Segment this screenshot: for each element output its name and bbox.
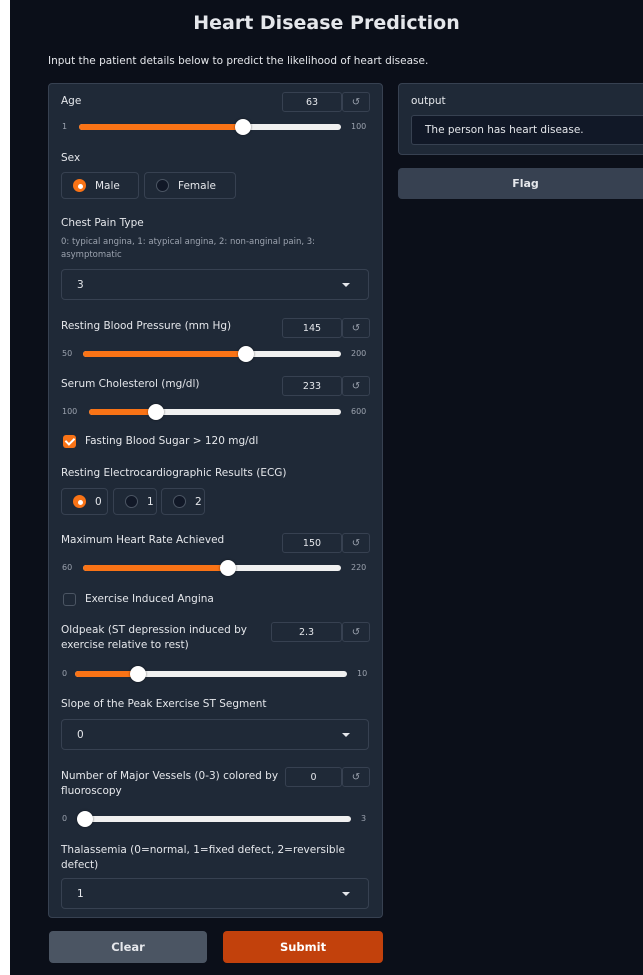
exang-checkbox[interactable] <box>63 593 76 606</box>
sex-option-female-label: Female <box>178 179 216 192</box>
radio-selected-icon <box>73 179 86 192</box>
cholesterol-slider[interactable] <box>89 404 341 420</box>
ecg-option-1[interactable]: 1 <box>113 488 157 515</box>
vessels-reset-icon[interactable]: ↺ <box>342 767 370 787</box>
vessels-slider[interactable] <box>77 811 351 827</box>
app-window: Heart Disease Prediction Input the patie… <box>0 0 643 975</box>
max-hr-number-input[interactable]: 150 <box>282 533 342 553</box>
oldpeak-reset-icon[interactable]: ↺ <box>342 622 370 642</box>
slope-dropdown[interactable]: 0 <box>61 719 369 750</box>
oldpeak-slider-thumb[interactable] <box>129 666 146 682</box>
vessels-max: 3 <box>361 814 367 823</box>
ecg-option-0[interactable]: 0 <box>61 488 108 515</box>
thal-value: 1 <box>77 887 84 900</box>
radio-unselected-icon <box>125 495 138 508</box>
resting-bp-reset-icon[interactable]: ↺ <box>342 318 370 338</box>
max-hr-slider[interactable] <box>83 560 341 576</box>
resting-bp-min: 50 <box>62 349 73 358</box>
slope-value: 0 <box>77 728 84 741</box>
chevron-down-icon <box>342 892 350 896</box>
left-margin <box>0 0 10 975</box>
resting-bp-slider[interactable] <box>83 346 341 362</box>
oldpeak-label: Oldpeak (ST depression induced by exerci… <box>61 624 247 651</box>
chevron-down-icon <box>342 733 350 737</box>
cholesterol-number-input[interactable]: 233 <box>282 376 342 396</box>
oldpeak-min: 0 <box>62 669 68 678</box>
ecg-label: Resting Electrocardiographic Results (EC… <box>61 467 287 479</box>
output-textbox[interactable]: The person has heart disease. <box>411 115 643 145</box>
oldpeak-number-input[interactable]: 2.3 <box>271 622 342 642</box>
age-number-input[interactable]: 63 <box>282 92 342 112</box>
output-panel: output The person has heart disease. <box>398 83 643 155</box>
resting-bp-max: 200 <box>351 349 367 358</box>
page-title: Heart Disease Prediction <box>193 12 460 34</box>
max-hr-label: Maximum Heart Rate Achieved <box>61 534 225 546</box>
cholesterol-slider-thumb[interactable] <box>148 404 165 420</box>
submit-button[interactable]: Submit <box>223 931 383 963</box>
vessels-min: 0 <box>62 814 68 823</box>
max-hr-slider-fill <box>83 565 229 571</box>
ecg-option-2[interactable]: 2 <box>161 488 205 515</box>
max-hr-slider-thumb[interactable] <box>220 560 237 576</box>
radio-selected-icon <box>73 495 86 508</box>
cholesterol-max: 600 <box>351 407 367 416</box>
chest-pain-dropdown[interactable]: 3 <box>61 269 369 300</box>
fasting-bs-label: Fasting Blood Sugar > 120 mg/dl <box>85 435 259 447</box>
vessels-number-input[interactable]: 0 <box>285 767 342 787</box>
flag-button[interactable]: Flag <box>398 168 643 199</box>
oldpeak-slider[interactable] <box>75 666 347 682</box>
max-hr-reset-icon[interactable]: ↺ <box>342 533 370 553</box>
chest-pain-value: 3 <box>77 278 84 291</box>
fasting-bs-checkbox[interactable] <box>63 435 76 448</box>
age-min: 1 <box>62 122 68 131</box>
thal-label: Thalassemia (0=normal, 1=fixed defect, 2… <box>61 844 345 871</box>
exang-label: Exercise Induced Angina <box>85 593 214 605</box>
thal-dropdown[interactable]: 1 <box>61 878 369 909</box>
sex-option-male[interactable]: Male <box>61 172 139 199</box>
resting-bp-slider-thumb[interactable] <box>238 346 255 362</box>
sex-option-male-label: Male <box>95 179 120 192</box>
age-label: Age <box>61 95 82 107</box>
clear-button[interactable]: Clear <box>49 931 207 963</box>
main-area: Heart Disease Prediction Input the patie… <box>10 0 643 975</box>
page-description: Input the patient details below to predi… <box>48 55 429 67</box>
chevron-down-icon <box>342 283 350 287</box>
age-max: 100 <box>351 122 367 131</box>
vessels-slider-thumb[interactable] <box>77 811 93 827</box>
output-label: output <box>411 95 446 107</box>
cholesterol-min: 100 <box>62 407 78 416</box>
cholesterol-reset-icon[interactable]: ↺ <box>342 376 370 396</box>
age-reset-icon[interactable]: ↺ <box>342 92 370 112</box>
cholesterol-label: Serum Cholesterol (mg/dl) <box>61 378 200 390</box>
age-slider-thumb[interactable] <box>235 119 251 135</box>
ecg-option-2-label: 2 <box>195 495 202 508</box>
radio-unselected-icon <box>156 179 169 192</box>
chest-pain-info: 0: typical angina, 1: atypical angina, 2… <box>61 237 316 260</box>
ecg-option-0-label: 0 <box>95 495 102 508</box>
max-hr-min: 60 <box>62 563 73 572</box>
input-panel: Age 63 ↺ 1 100 Sex Male Female Chest Pai… <box>48 83 383 918</box>
resting-bp-label: Resting Blood Pressure (mm Hg) <box>61 320 232 332</box>
vessels-label: Number of Major Vessels (0-3) colored by… <box>61 770 279 797</box>
cholesterol-slider-fill <box>89 409 157 415</box>
max-hr-max: 220 <box>351 563 367 572</box>
age-slider-fill <box>79 124 243 130</box>
oldpeak-slider-fill <box>75 671 138 677</box>
resting-bp-number-input[interactable]: 145 <box>282 318 342 338</box>
sex-label: Sex <box>61 152 81 164</box>
chest-pain-label: Chest Pain Type <box>61 217 144 229</box>
oldpeak-max: 10 <box>357 669 368 678</box>
sex-option-female[interactable]: Female <box>144 172 236 199</box>
resting-bp-slider-fill <box>83 351 247 357</box>
age-slider[interactable] <box>79 119 341 135</box>
slope-label: Slope of the Peak Exercise ST Segment <box>61 698 267 710</box>
radio-unselected-icon <box>173 495 186 508</box>
ecg-option-1-label: 1 <box>147 495 154 508</box>
